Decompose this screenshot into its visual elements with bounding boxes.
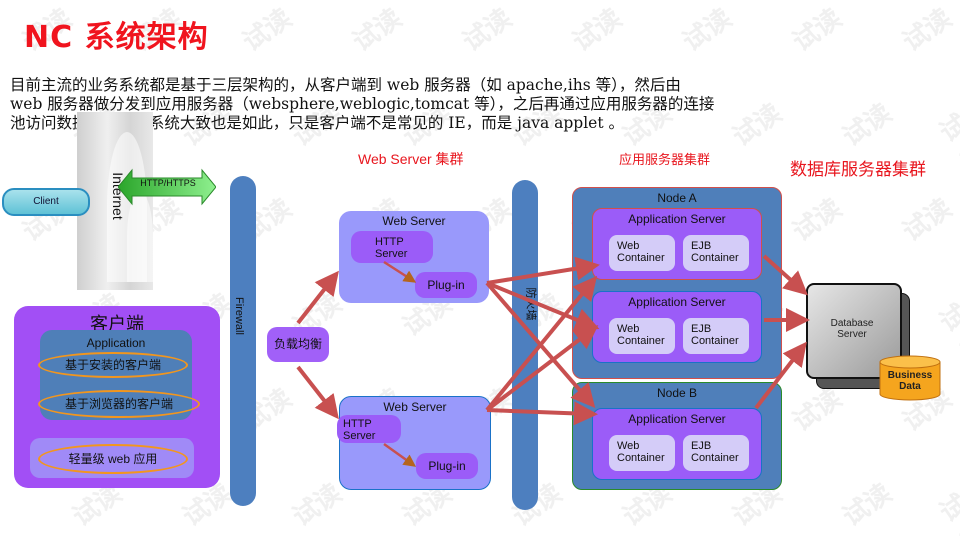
watermark-text: 试读 (567, 3, 628, 58)
application-server: Application Server Web Container EJB Conta… (592, 408, 762, 480)
web-container: Web Container (609, 318, 675, 354)
plug-in: Plug-in (416, 453, 478, 479)
web-server: Web Server HTTP Server Plug-in (339, 211, 489, 303)
ejb-container: EJB Container (683, 318, 749, 354)
watermark-text: 试读 (347, 3, 408, 58)
ejb-container: EJB Container (683, 235, 749, 271)
watermark-text: 试读 (237, 3, 298, 58)
installed-client: 基于安装的客户端 (38, 352, 188, 378)
db-cluster-label: 数据库服务器集群 (790, 160, 926, 180)
node-b: Node B Application Server Web Container E… (572, 382, 782, 490)
application-server: Application Server Web Container EJB Conta… (592, 291, 762, 363)
http-server: HTTP Server (337, 415, 401, 443)
firewall-bar (230, 176, 256, 506)
watermark-text: 试读 (787, 3, 848, 58)
application-title: Application (86, 336, 146, 350)
watermark-text: 试读 (837, 478, 898, 533)
firewall-label-2: 防火墙 (524, 287, 537, 321)
node-title: Node A (657, 191, 697, 205)
watermark-text: 试读 (457, 3, 518, 58)
intro-line: 目前主流的业务系统都是基于三层架构的，从客户端到 web 服务器（如 apach… (10, 76, 681, 94)
browser-client: 基于浏览器的客户端 (38, 390, 200, 418)
application-server-title: Application Server (628, 295, 726, 309)
business-data-label: Business Data (887, 370, 933, 392)
web-server-title: Web Server (382, 214, 446, 228)
firewall-bar-2 (512, 180, 538, 510)
application-server: Application Server Web Container EJB Conta… (592, 208, 762, 280)
web-server-title: Web Server (383, 400, 447, 414)
http-server: HTTP Server (351, 231, 433, 263)
node-title: Node B (656, 386, 698, 400)
web-server: Web Server HTTP Server Plug-in (337, 396, 491, 490)
client-node: Client (2, 188, 90, 216)
lightweight-web-app: 轻量级 web 应用 (38, 444, 188, 474)
watermark-text: 试读 (287, 478, 348, 533)
database-server-label: Database Server (830, 318, 874, 340)
http-label: HTTP/HTTPS (140, 178, 196, 188)
watermark-text: 试读 (934, 489, 960, 559)
application-server-title: Application Server (628, 412, 726, 426)
firewall-label: Firewall (232, 297, 245, 335)
watermark-text: 试读 (897, 3, 958, 58)
app-cluster-label: 应用服务器集群 (619, 153, 711, 168)
node-a: Node A Application Server Web Container E… (572, 187, 782, 379)
web-container: Web Container (609, 435, 675, 471)
ejb-container: EJB Container (683, 435, 749, 471)
plug-in: Plug-in (415, 272, 477, 298)
arrow-lb-to-ws2 (296, 365, 339, 420)
application-server-title: Application Server (628, 212, 726, 226)
watermark-text: 试读 (677, 3, 738, 58)
load-balancer: 负载均衡 (267, 327, 329, 362)
web-cluster-label: Web Server 集群 (358, 151, 464, 167)
arrow-lb-to-ws1 (296, 270, 339, 325)
web-container: Web Container (609, 235, 675, 271)
watermark-text: 试读 (897, 193, 958, 248)
page-title: NC 系统架构 (24, 20, 209, 55)
watermark-text: 试读 (787, 193, 848, 248)
